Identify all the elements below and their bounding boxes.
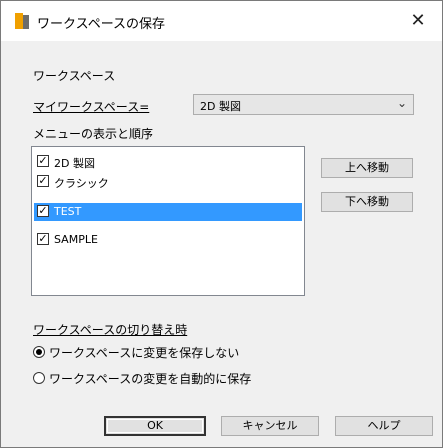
close-button[interactable]: ✕ [404,7,432,35]
list-item[interactable]: ✓ クラシック [34,173,302,191]
window-title: ワークスペースの保存 [37,17,166,32]
save-workspace-dialog: ワークスペースの保存 ✕ ワークスペース マイワークスペース= 2D 製図 ⌄ … [0,0,443,448]
checkbox[interactable]: ✓ [37,205,49,217]
menu-group-title: メニューの表示と順序 [33,127,154,141]
radio-auto-save[interactable] [33,372,45,384]
move-down-button[interactable]: 下へ移動 [321,192,413,212]
menu-listbox[interactable]: ✓ 2D 製図 ✓ クラシック ✓ TEST ✓ SAMPLE [31,146,305,296]
radio-auto-save-label: ワークスペースの変更を自動的に保存 [49,372,252,386]
title-bar[interactable]: ワークスペースの保存 ✕ [1,1,442,41]
move-up-button[interactable]: 上へ移動 [321,158,413,178]
ok-button[interactable]: OK [104,416,206,436]
list-item-label: クラシック [54,177,109,190]
workspace-combo[interactable]: 2D 製図 ⌄ [193,94,414,115]
workspace-group-title: ワークスペース [33,69,116,83]
app-icon [15,13,29,29]
radio-no-save[interactable] [33,346,45,358]
list-item-label: 2D 製図 [54,157,95,170]
help-button[interactable]: ヘルプ [335,416,433,436]
list-item-label: TEST [54,205,82,218]
switch-group-title: ワークスペースの切り替え時 [33,323,188,337]
checkbox[interactable]: ✓ [37,155,49,167]
list-item-label: SAMPLE [54,233,98,246]
radio-no-save-label: ワークスペースに変更を保存しない [49,346,240,360]
list-item[interactable]: ✓ 2D 製図 [34,153,302,171]
list-item[interactable]: ✓ TEST [34,203,302,221]
chevron-down-icon: ⌄ [396,96,407,110]
workspace-combo-value: 2D 製図 [200,100,241,113]
cancel-button[interactable]: キャンセル [221,416,319,436]
my-workspace-label: マイワークスペース= [33,100,150,114]
list-item[interactable]: ✓ SAMPLE [34,231,302,249]
checkbox[interactable]: ✓ [37,233,49,245]
checkbox[interactable]: ✓ [37,175,49,187]
